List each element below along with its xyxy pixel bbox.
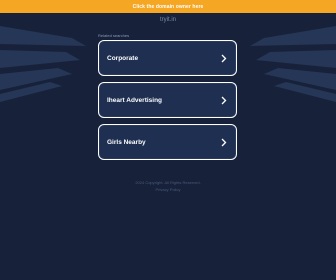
related-link-girls-nearby[interactable]: Girls Nearby — [98, 124, 237, 160]
chevron-right-icon — [221, 138, 227, 146]
domain-owner-banner[interactable]: Click the domain owner here — [0, 0, 336, 13]
related-searches-heading: Related searches — [98, 33, 130, 38]
domain-name: tryit.in — [159, 17, 176, 23]
link-label: Iheart Advertising — [107, 96, 163, 104]
copyright-text: 2024 Copyright. All Rights Reserved. — [135, 180, 201, 185]
link-label: Corporate — [107, 54, 139, 62]
related-link-corporate[interactable]: Corporate — [98, 40, 237, 76]
chevron-right-icon — [221, 96, 227, 104]
right-wing-decoration — [250, 26, 336, 102]
chevron-right-icon — [221, 54, 227, 62]
privacy-policy-link[interactable]: Privacy Policy — [0, 187, 336, 192]
left-wing-decoration — [0, 26, 86, 102]
related-link-iheart-advertising[interactable]: Iheart Advertising — [98, 82, 237, 118]
banner-text[interactable]: Click the domain owner here — [133, 4, 204, 10]
link-label: Girls Nearby — [107, 138, 146, 146]
